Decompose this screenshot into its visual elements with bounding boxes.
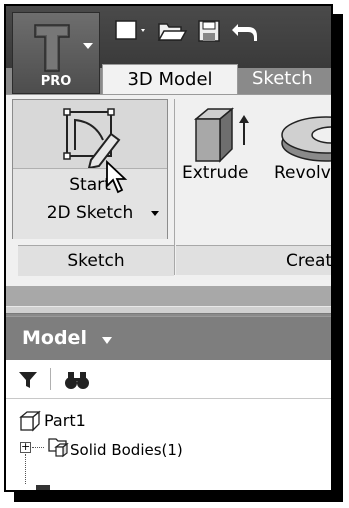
model-browser-title[interactable]: Model: [22, 327, 87, 349]
inventor-logo-icon: [34, 24, 70, 72]
panel-divider: [174, 99, 175, 275]
revolve-icon[interactable]: [276, 113, 333, 165]
tab-3d-model[interactable]: 3D Model: [102, 64, 238, 94]
solid-bodies-icon: [48, 438, 69, 458]
create-panel-label: Creat: [176, 245, 331, 275]
tree-connector: [25, 454, 27, 484]
tree-item-solid-bodies[interactable]: Solid Bodies(1): [70, 441, 183, 459]
start-label-line2: 2D Sketch: [46, 203, 134, 223]
chevron-down-icon: [83, 43, 93, 49]
undo-icon[interactable]: [230, 18, 260, 44]
tree-connector: [32, 447, 44, 449]
toolbar-separator: [50, 368, 51, 390]
tab-sketch[interactable]: Sketch: [252, 64, 331, 94]
chevron-down-icon[interactable]: [102, 337, 112, 344]
pro-badge: PRO: [40, 74, 72, 89]
panel-splitter[interactable]: [6, 306, 331, 314]
tree-item-part1[interactable]: Part1: [44, 411, 86, 430]
start-label-line1: Start: [69, 175, 111, 195]
tree-item-partial: [36, 485, 50, 490]
browser-toolbar: [6, 360, 331, 399]
extrude-label[interactable]: Extrude: [182, 163, 248, 183]
sketch-panel: Start 2D Sketch Sketch: [12, 99, 174, 276]
extrude-icon[interactable]: [188, 105, 254, 165]
revolve-label[interactable]: Revolv: [274, 163, 331, 183]
part-icon: [19, 410, 41, 432]
hand-cursor-icon: [106, 160, 128, 194]
application-menu-button[interactable]: PRO: [12, 12, 100, 94]
expand-icon[interactable]: +: [20, 441, 31, 453]
new-icon[interactable]: [114, 18, 148, 44]
start-2d-sketch-label[interactable]: Start 2D Sketch: [13, 168, 167, 239]
model-browser-header[interactable]: Model: [6, 316, 331, 361]
open-icon[interactable]: [156, 18, 188, 44]
start-2d-sketch-button[interactable]: Start 2D Sketch: [12, 99, 168, 239]
model-tree: Part1 + Solid Bodies(1): [6, 399, 331, 490]
ribbon-panel: Start 2D Sketch Sketch Extrude Revolv Cr…: [6, 94, 331, 287]
app-window: PRO 3D Model Sketch Start 2D Sketch Sket…: [4, 4, 333, 492]
filter-icon[interactable]: [18, 371, 38, 389]
find-binoculars-icon[interactable]: [64, 370, 90, 390]
sketch-panel-label: Sketch: [18, 245, 174, 276]
save-icon[interactable]: [196, 18, 222, 44]
start-2d-sketch-icon: [63, 108, 121, 168]
chevron-down-icon[interactable]: [151, 211, 159, 216]
